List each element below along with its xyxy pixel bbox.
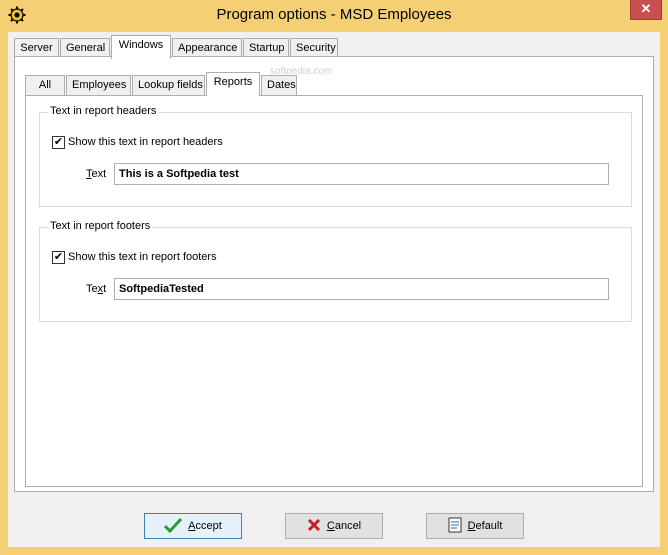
watermark: softpedia.com (270, 66, 333, 77)
tab-startup[interactable]: Startup (243, 38, 289, 58)
window-frame: Program options - MSD Employees ✕ Server… (0, 0, 668, 555)
cancel-button-label: Cancel (326, 520, 362, 532)
tab-reports[interactable]: Reports (206, 72, 260, 96)
report-footer-group: Text in report footers ✔ Show this text … (39, 220, 632, 322)
tab-employees[interactable]: Employees (66, 75, 131, 95)
report-footer-group-title: Text in report footers (48, 220, 153, 232)
accept-button[interactable]: Accept (144, 513, 242, 539)
show-header-checkbox-label[interactable]: Show this text in report headers (68, 136, 223, 148)
header-text-field[interactable]: This is a Softpedia test (114, 163, 609, 185)
reports-tab-page: Text in report headers ✔ Show this text … (25, 95, 643, 487)
report-header-group-title: Text in report headers (48, 105, 159, 117)
show-header-checkbox[interactable]: ✔ (52, 136, 65, 149)
cancel-button[interactable]: Cancel (285, 513, 383, 539)
default-button[interactable]: Default (426, 513, 524, 539)
checkmark-icon (164, 517, 183, 536)
checkmark-icon: ✔ (53, 136, 64, 148)
report-header-group: Text in report headers ✔ Show this text … (39, 105, 632, 207)
tab-appearance[interactable]: Appearance (172, 38, 242, 58)
x-icon (307, 518, 321, 535)
tab-all[interactable]: All (25, 75, 65, 95)
tab-security[interactable]: Security (290, 38, 338, 58)
show-footer-checkbox-label[interactable]: Show this text in report footers (68, 251, 217, 263)
tab-server[interactable]: Server (14, 38, 59, 58)
tab-general[interactable]: General (60, 38, 110, 58)
footer-text-field[interactable]: SoftpediaTested (114, 278, 609, 300)
document-icon (448, 517, 462, 536)
title-bar[interactable]: Program options - MSD Employees ✕ (0, 0, 668, 32)
window-title: Program options - MSD Employees (216, 6, 452, 23)
accept-button-label: Accept (188, 520, 222, 532)
tab-dates[interactable]: Dates (261, 75, 297, 95)
tab-lookup-fields[interactable]: Lookup fields (132, 75, 205, 95)
tab-windows[interactable]: Windows (111, 35, 171, 59)
checkmark-icon: ✔ (53, 251, 64, 263)
dialog-client: Server General Windows Appearance Startu… (8, 32, 660, 547)
default-button-label: Default (467, 520, 503, 532)
close-icon: ✕ (640, 1, 652, 16)
close-button[interactable]: ✕ (630, 0, 662, 20)
windows-tab-page: All Employees Lookup fields Reports Date… (14, 56, 654, 492)
footer-text-label: Text (86, 283, 107, 295)
header-text-label: Text (86, 168, 107, 180)
show-footer-checkbox[interactable]: ✔ (52, 251, 65, 264)
